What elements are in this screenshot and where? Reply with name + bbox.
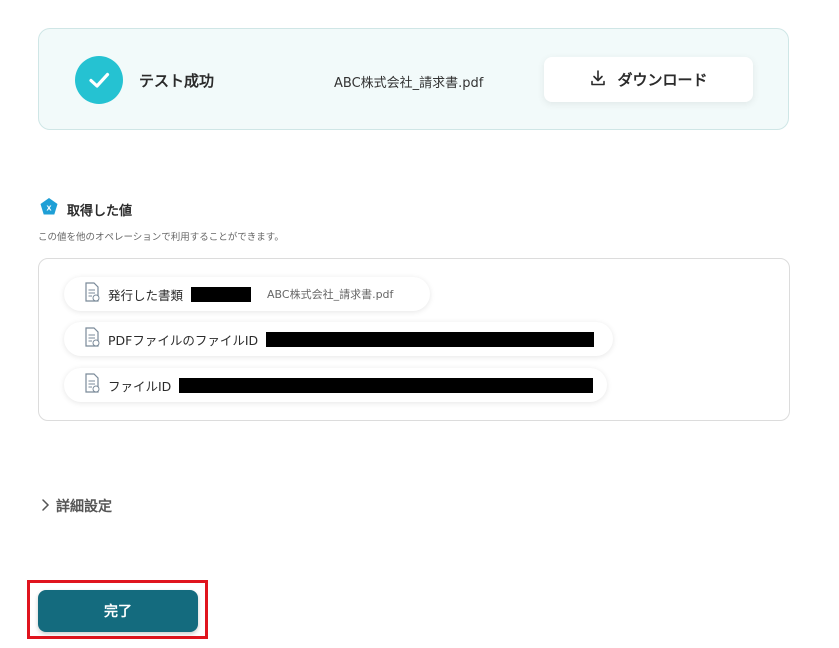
redaction-bar xyxy=(266,331,595,347)
value-label: 発行した書類 xyxy=(108,287,184,303)
section-header: x 取得した値 xyxy=(39,197,132,221)
advanced-settings-label: 詳細設定 xyxy=(56,499,112,515)
test-result-card: テスト成功 ABC株式会社_請求書.pdf ダウンロード xyxy=(38,28,789,130)
document-icon xyxy=(84,373,100,397)
svg-text:x: x xyxy=(46,203,51,213)
variable-icon: x xyxy=(39,197,59,221)
value-label: ファイルID xyxy=(108,378,172,394)
document-icon xyxy=(84,327,100,351)
download-icon xyxy=(589,69,607,91)
values-card: 発行した書類 ABC株式会社_請求書.pdf PDFファイルのファイルID ファ… xyxy=(38,258,790,421)
advanced-settings-toggle[interactable]: 詳細設定 xyxy=(40,496,112,516)
chevron-right-icon xyxy=(40,497,50,516)
section-description: この値を他のオペレーションで利用することができます。 xyxy=(38,232,284,243)
document-icon xyxy=(84,282,100,306)
value-chip-pdf-file-id[interactable]: PDFファイルのファイルID xyxy=(64,322,613,356)
file-name: ABC株式会社_請求書.pdf xyxy=(334,76,484,91)
status-text: テスト成功 xyxy=(139,72,215,90)
check-icon xyxy=(75,56,123,104)
download-button[interactable]: ダウンロード xyxy=(544,57,753,102)
redaction-bar xyxy=(191,286,252,302)
section-title: 取得した値 xyxy=(67,203,133,219)
value-label: PDFファイルのファイルID xyxy=(108,332,259,348)
value-chip-issued-document[interactable]: 発行した書類 ABC株式会社_請求書.pdf xyxy=(64,277,430,311)
value-chip-file-id[interactable]: ファイルID xyxy=(64,368,607,402)
redaction-bar xyxy=(179,377,593,393)
complete-button[interactable]: 完了 xyxy=(38,590,198,632)
download-label: ダウンロード xyxy=(617,71,708,89)
value-text: ABC株式会社_請求書.pdf xyxy=(267,288,394,301)
